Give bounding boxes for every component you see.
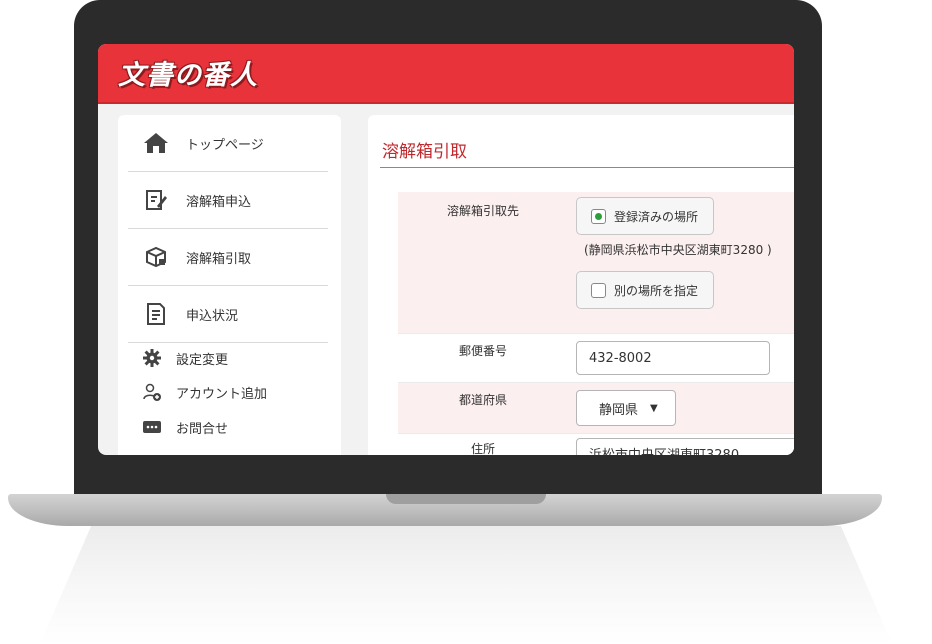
pickup-location-row: 溶解箱引取先 登録済みの場所 (静岡県浜松市中央区湖東町3280 ) 別の場所を…: [398, 192, 794, 334]
prefecture-value: 静岡県: [599, 402, 639, 418]
sidebar-item-label: トップページ: [186, 137, 264, 153]
sidebar-item-label: 溶解箱申込: [186, 194, 252, 210]
chevron-down-icon: ▼: [650, 402, 658, 414]
box-pickup-icon: [142, 243, 170, 271]
prefecture-row: 都道府県 静岡県 ▼: [398, 383, 794, 434]
sidebar-item-settings[interactable]: 設定変更: [142, 347, 228, 369]
add-user-icon: [142, 382, 162, 402]
chat-icon: [142, 417, 162, 437]
address-input[interactable]: 浜松市中央区湖東町3280: [576, 438, 794, 455]
pickup-location-label: 溶解箱引取先: [446, 204, 519, 218]
sidebar-item-apply[interactable]: 溶解箱申込: [128, 172, 328, 229]
home-icon: [142, 129, 170, 157]
registered-location-label: 登録済みの場所: [614, 209, 699, 224]
page-title: 溶解箱引取: [382, 142, 467, 162]
sidebar-item-label: 溶解箱引取: [186, 251, 252, 267]
checkbox-empty-icon[interactable]: [591, 282, 606, 298]
sidebar-item-label: 申込状況: [186, 308, 239, 324]
sidebar: トップページ 溶解箱申込 溶解箱引取 申込状況 設定変更 アカウント追加 お問合…: [118, 115, 341, 455]
laptop-screen: 文書の番人 トップページ 溶解箱申込 溶解箱引取 申込状況 設定変更 アカウント…: [98, 44, 794, 455]
sidebar-item-contact[interactable]: お問合せ: [142, 416, 228, 438]
main-panel: 溶解箱引取 溶解箱引取先 登録済みの場所 (静岡県浜松市中央区湖東町3280 )…: [368, 115, 794, 455]
sidebar-item-label: アカウント追加: [176, 386, 268, 402]
address-row: 住所 浜松市中央区湖東町3280: [398, 434, 794, 455]
other-location-option[interactable]: 別の場所を指定: [576, 271, 714, 309]
sidebar-item-label: お問合せ: [176, 421, 229, 437]
app-header: 文書の番人: [98, 44, 794, 104]
sidebar-item-add-account[interactable]: アカウント追加: [142, 381, 267, 403]
edit-document-icon: [142, 186, 170, 214]
registered-location-option[interactable]: 登録済みの場所: [576, 197, 714, 235]
sidebar-item-top[interactable]: トップページ: [128, 115, 328, 172]
sidebar-item-label: 設定変更: [176, 352, 229, 368]
postal-code-input[interactable]: 432-8002: [576, 341, 770, 375]
gear-icon: [142, 348, 162, 368]
postal-code-label: 郵便番号: [458, 344, 507, 358]
prefecture-label: 都道府県: [458, 393, 507, 407]
address-label: 住所: [470, 442, 495, 455]
radio-selected-icon[interactable]: [591, 208, 606, 224]
title-divider: [380, 167, 794, 168]
document-list-icon: [142, 300, 170, 328]
laptop-reflection: [40, 526, 892, 644]
prefecture-select[interactable]: 静岡県 ▼: [576, 390, 676, 426]
sidebar-item-pickup[interactable]: 溶解箱引取: [128, 229, 328, 286]
other-location-label: 別の場所を指定: [614, 283, 699, 298]
app-logo[interactable]: 文書の番人: [118, 53, 258, 92]
laptop-notch: [386, 494, 546, 504]
postal-code-row: 郵便番号 432-8002: [398, 334, 794, 383]
registered-address: (静岡県浜松市中央区湖東町3280 ): [584, 243, 772, 257]
sidebar-item-status[interactable]: 申込状況: [128, 286, 328, 343]
